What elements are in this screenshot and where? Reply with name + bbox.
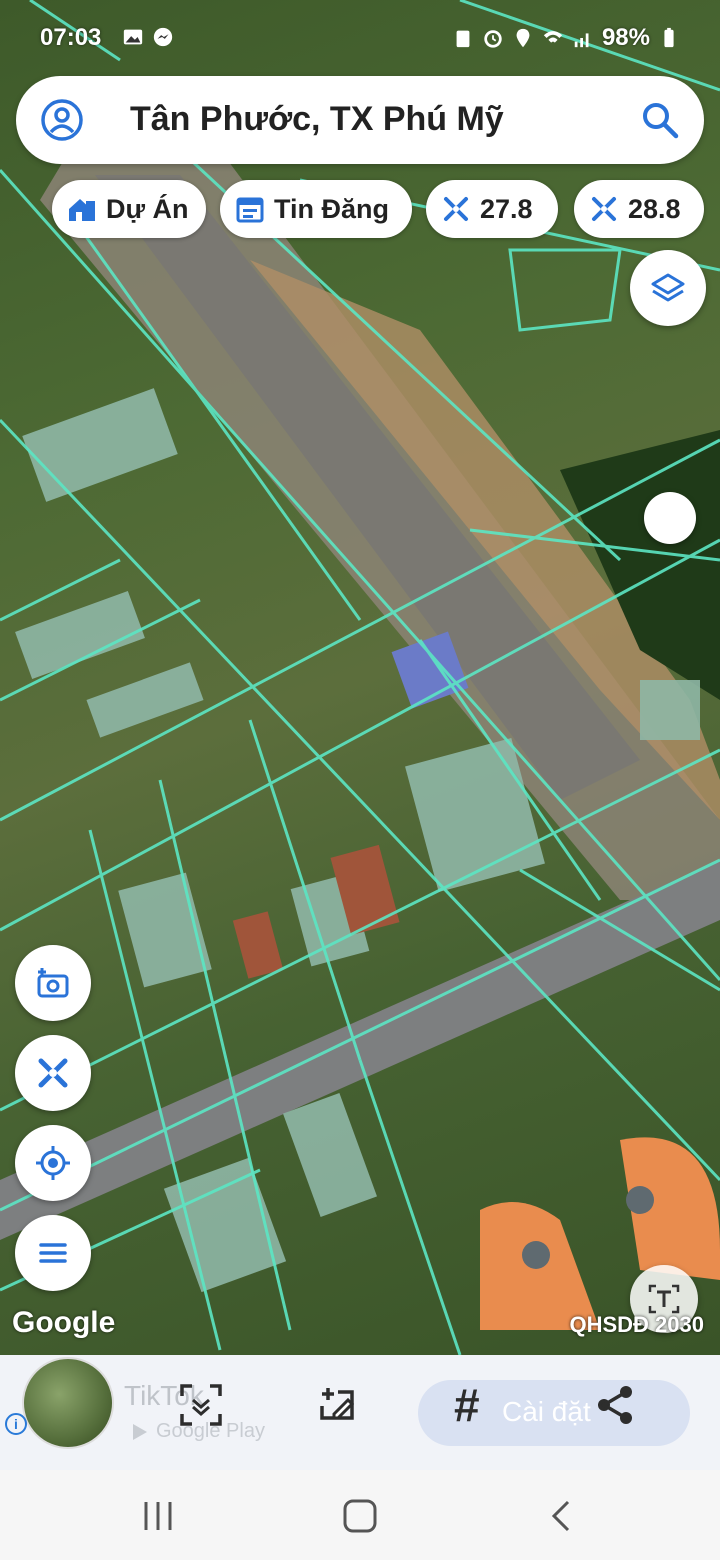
- home-button[interactable]: [340, 1498, 380, 1534]
- account-icon[interactable]: [40, 98, 84, 142]
- battery-icon: [664, 27, 674, 48]
- measure-icon: [592, 197, 616, 221]
- share-icon[interactable]: [592, 1382, 638, 1428]
- project-house-icon: [69, 199, 95, 221]
- compass-button[interactable]: [644, 492, 696, 544]
- back-button[interactable]: [542, 1498, 582, 1534]
- ad-thumbnail[interactable]: [22, 1357, 114, 1449]
- layers-icon: [651, 273, 685, 302]
- status-bar: 07:03 98%: [0, 18, 720, 58]
- chip-measure-2-label: 28.8: [628, 193, 681, 224]
- alarm-icon: [484, 30, 502, 48]
- settings-label: Cài đặt: [502, 1396, 591, 1427]
- camera-add-icon: [37, 968, 69, 998]
- calendar-icon: [236, 197, 264, 223]
- gallery-icon: [123, 29, 143, 45]
- clipboard-icon: [456, 30, 470, 48]
- search-icon[interactable]: [640, 100, 680, 140]
- my-location-icon: [36, 1146, 70, 1180]
- messenger-icon: [153, 27, 173, 47]
- chip-projects-label: Dự Án: [106, 193, 189, 224]
- add-photo-button[interactable]: [15, 945, 91, 1021]
- play-store-icon: [133, 1423, 147, 1440]
- menu-button[interactable]: [15, 1215, 91, 1291]
- battery-percent: 98%: [601, 24, 650, 51]
- my-location-button[interactable]: [15, 1125, 91, 1201]
- signal-icon: [574, 33, 589, 48]
- wifi-icon: [543, 31, 563, 43]
- chip-measure-2[interactable]: 28.8: [574, 180, 704, 238]
- search-bar[interactable]: Tân Phước, TX Phú Mỹ: [16, 76, 704, 164]
- google-attribution: Google: [12, 1306, 116, 1339]
- chip-measure-1[interactable]: 27.8: [426, 180, 558, 238]
- status-time: 07:03: [40, 24, 102, 51]
- chip-projects[interactable]: Dự Án: [52, 180, 206, 238]
- plan-layer-label: QHSDĐ 2030: [569, 1312, 704, 1337]
- location-icon: [516, 28, 530, 48]
- edit-add-icon[interactable]: [314, 1382, 360, 1428]
- chip-listings-label: Tin Đăng: [274, 193, 390, 224]
- menu-icon: [39, 1243, 67, 1263]
- scan-capture-icon[interactable]: [178, 1382, 224, 1428]
- recents-button[interactable]: [138, 1498, 178, 1534]
- measure-button[interactable]: [15, 1035, 91, 1111]
- ruler-measure-icon: [38, 1058, 68, 1088]
- ad-info-icon[interactable]: i: [5, 1413, 27, 1435]
- layers-button[interactable]: [630, 250, 706, 326]
- chip-measure-1-label: 27.8: [480, 193, 533, 224]
- chip-listings[interactable]: Tin Đăng: [220, 180, 412, 238]
- hashtag-icon[interactable]: #: [454, 1378, 480, 1432]
- measure-icon: [444, 197, 468, 221]
- search-query[interactable]: Tân Phước, TX Phú Mỹ: [130, 100, 504, 139]
- system-nav-bar: [0, 1470, 720, 1560]
